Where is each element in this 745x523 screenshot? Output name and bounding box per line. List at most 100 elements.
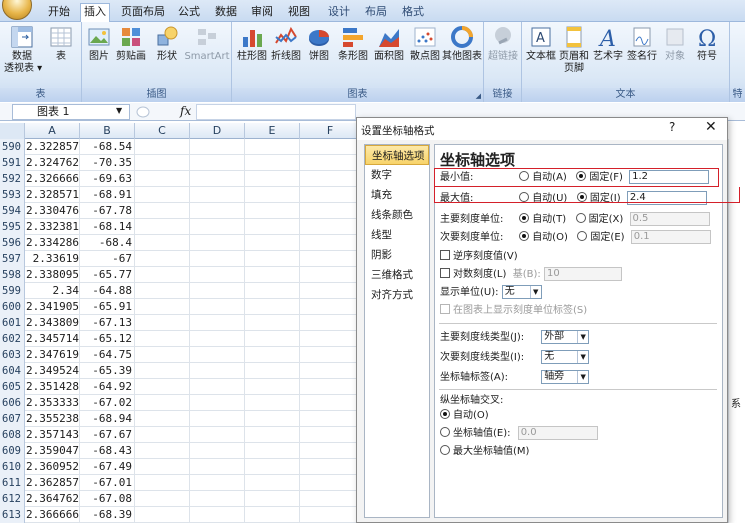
pie-chart-button[interactable]: 饼图	[304, 25, 334, 63]
cell-d[interactable]	[190, 347, 245, 363]
row-header[interactable]: 599	[0, 283, 25, 299]
name-box[interactable]: 图表 1	[12, 104, 130, 120]
row-header[interactable]: 594	[0, 203, 25, 219]
row-header[interactable]: 591	[0, 155, 25, 171]
nav-line-style[interactable]: 线型	[365, 225, 429, 245]
object-button[interactable]: 对象	[660, 25, 690, 63]
cell-e[interactable]	[245, 267, 300, 283]
cell-d[interactable]	[190, 491, 245, 507]
cell-b[interactable]: -67.49	[80, 459, 135, 475]
cell-a[interactable]: 2.328571	[25, 187, 80, 203]
cell-e[interactable]	[245, 507, 300, 523]
cell-b[interactable]: -68.91	[80, 187, 135, 203]
cell-f[interactable]	[300, 475, 360, 491]
cell-a[interactable]: 2.322857	[25, 139, 80, 155]
cell-f[interactable]	[300, 203, 360, 219]
row-header[interactable]: 598	[0, 267, 25, 283]
cell-e[interactable]	[245, 139, 300, 155]
cell-e[interactable]	[245, 251, 300, 267]
cell-e[interactable]	[245, 155, 300, 171]
row-header[interactable]: 610	[0, 459, 25, 475]
cell-d[interactable]	[190, 443, 245, 459]
header-footer-button[interactable]: 页眉和 页脚	[558, 25, 590, 75]
cell-c[interactable]	[135, 459, 190, 475]
cell-c[interactable]	[135, 203, 190, 219]
row-header[interactable]: 602	[0, 331, 25, 347]
cell-e[interactable]	[245, 427, 300, 443]
show-units-label-checkbox[interactable]: 在图表上显示刻度单位标签(S)	[440, 303, 587, 319]
cell-b[interactable]: -65.77	[80, 267, 135, 283]
cell-a[interactable]: 2.357143	[25, 427, 80, 443]
office-button[interactable]	[2, 0, 32, 20]
minor-unit-fixed-radio[interactable]: 固定(E)	[577, 231, 625, 243]
cell-a[interactable]: 2.345714	[25, 331, 80, 347]
cell-c[interactable]	[135, 427, 190, 443]
tab-review[interactable]: 审阅	[248, 4, 276, 22]
cell-e[interactable]	[245, 379, 300, 395]
row-header[interactable]: 606	[0, 395, 25, 411]
cell-f[interactable]	[300, 491, 360, 507]
cell-c[interactable]	[135, 363, 190, 379]
cell-a[interactable]: 2.349524	[25, 363, 80, 379]
cell-d[interactable]	[190, 267, 245, 283]
cell-d[interactable]	[190, 139, 245, 155]
cell-d[interactable]	[190, 315, 245, 331]
nav-3d-format[interactable]: 三维格式	[365, 265, 429, 285]
cell-f[interactable]	[300, 283, 360, 299]
cell-c[interactable]	[135, 347, 190, 363]
cell-b[interactable]: -65.91	[80, 299, 135, 315]
major-unit-input[interactable]: 0.5	[629, 212, 710, 226]
formula-input[interactable]	[196, 104, 356, 120]
cell-a[interactable]: 2.355238	[25, 411, 80, 427]
clipart-button[interactable]: 剪贴画	[114, 25, 148, 63]
row-header[interactable]: 597	[0, 251, 25, 267]
cell-f[interactable]	[300, 331, 360, 347]
cell-e[interactable]	[245, 331, 300, 347]
pivot-table-button[interactable]: 数据 透视表 ▾	[4, 25, 42, 75]
cell-b[interactable]: -67.01	[80, 475, 135, 491]
cell-d[interactable]	[190, 251, 245, 267]
cell-a[interactable]: 2.334286	[25, 235, 80, 251]
cell-c[interactable]	[135, 379, 190, 395]
cell-b[interactable]: -68.4	[80, 235, 135, 251]
cell-c[interactable]	[135, 331, 190, 347]
select-all-corner[interactable]	[0, 123, 25, 139]
cell-f[interactable]	[300, 315, 360, 331]
column-header-e[interactable]: E	[245, 123, 300, 139]
row-header[interactable]: 608	[0, 427, 25, 443]
cell-d[interactable]	[190, 395, 245, 411]
cell-d[interactable]	[190, 475, 245, 491]
display-units-select[interactable]: 无 ▼	[501, 285, 542, 299]
line-chart-button[interactable]: 折线图	[270, 25, 302, 63]
cell-b[interactable]: -69.63	[80, 171, 135, 187]
table-button[interactable]: 表	[46, 25, 76, 63]
cell-f[interactable]	[300, 187, 360, 203]
nav-shadow[interactable]: 阴影	[365, 245, 429, 265]
row-header[interactable]: 600	[0, 299, 25, 315]
cell-d[interactable]	[190, 187, 245, 203]
cell-e[interactable]	[245, 283, 300, 299]
cell-e[interactable]	[245, 475, 300, 491]
cell-c[interactable]	[135, 443, 190, 459]
cell-f[interactable]	[300, 443, 360, 459]
cell-a[interactable]: 2.347619	[25, 347, 80, 363]
column-header-b[interactable]: B	[80, 123, 135, 139]
cell-c[interactable]	[135, 507, 190, 523]
nav-axis-options[interactable]: 坐标轴选项	[365, 145, 429, 165]
cell-c[interactable]	[135, 155, 190, 171]
cell-b[interactable]: -68.14	[80, 219, 135, 235]
cell-a[interactable]: 2.353333	[25, 395, 80, 411]
picture-button[interactable]: 图片	[86, 25, 112, 63]
minor-tick-select[interactable]: 无 ▼	[541, 350, 590, 364]
cell-f[interactable]	[300, 251, 360, 267]
reverse-checkbox[interactable]: 逆序刻度值(V)	[440, 249, 518, 265]
cell-e[interactable]	[245, 187, 300, 203]
cross-value-radio[interactable]: 坐标轴值(E):	[440, 427, 511, 439]
tab-home[interactable]: 开始	[44, 4, 74, 22]
cell-b[interactable]: -64.88	[80, 283, 135, 299]
minor-unit-auto-radio[interactable]: 自动(O)	[519, 231, 568, 243]
cell-f[interactable]	[300, 395, 360, 411]
cell-d[interactable]	[190, 155, 245, 171]
cell-d[interactable]	[190, 235, 245, 251]
cell-b[interactable]: -68.39	[80, 507, 135, 523]
